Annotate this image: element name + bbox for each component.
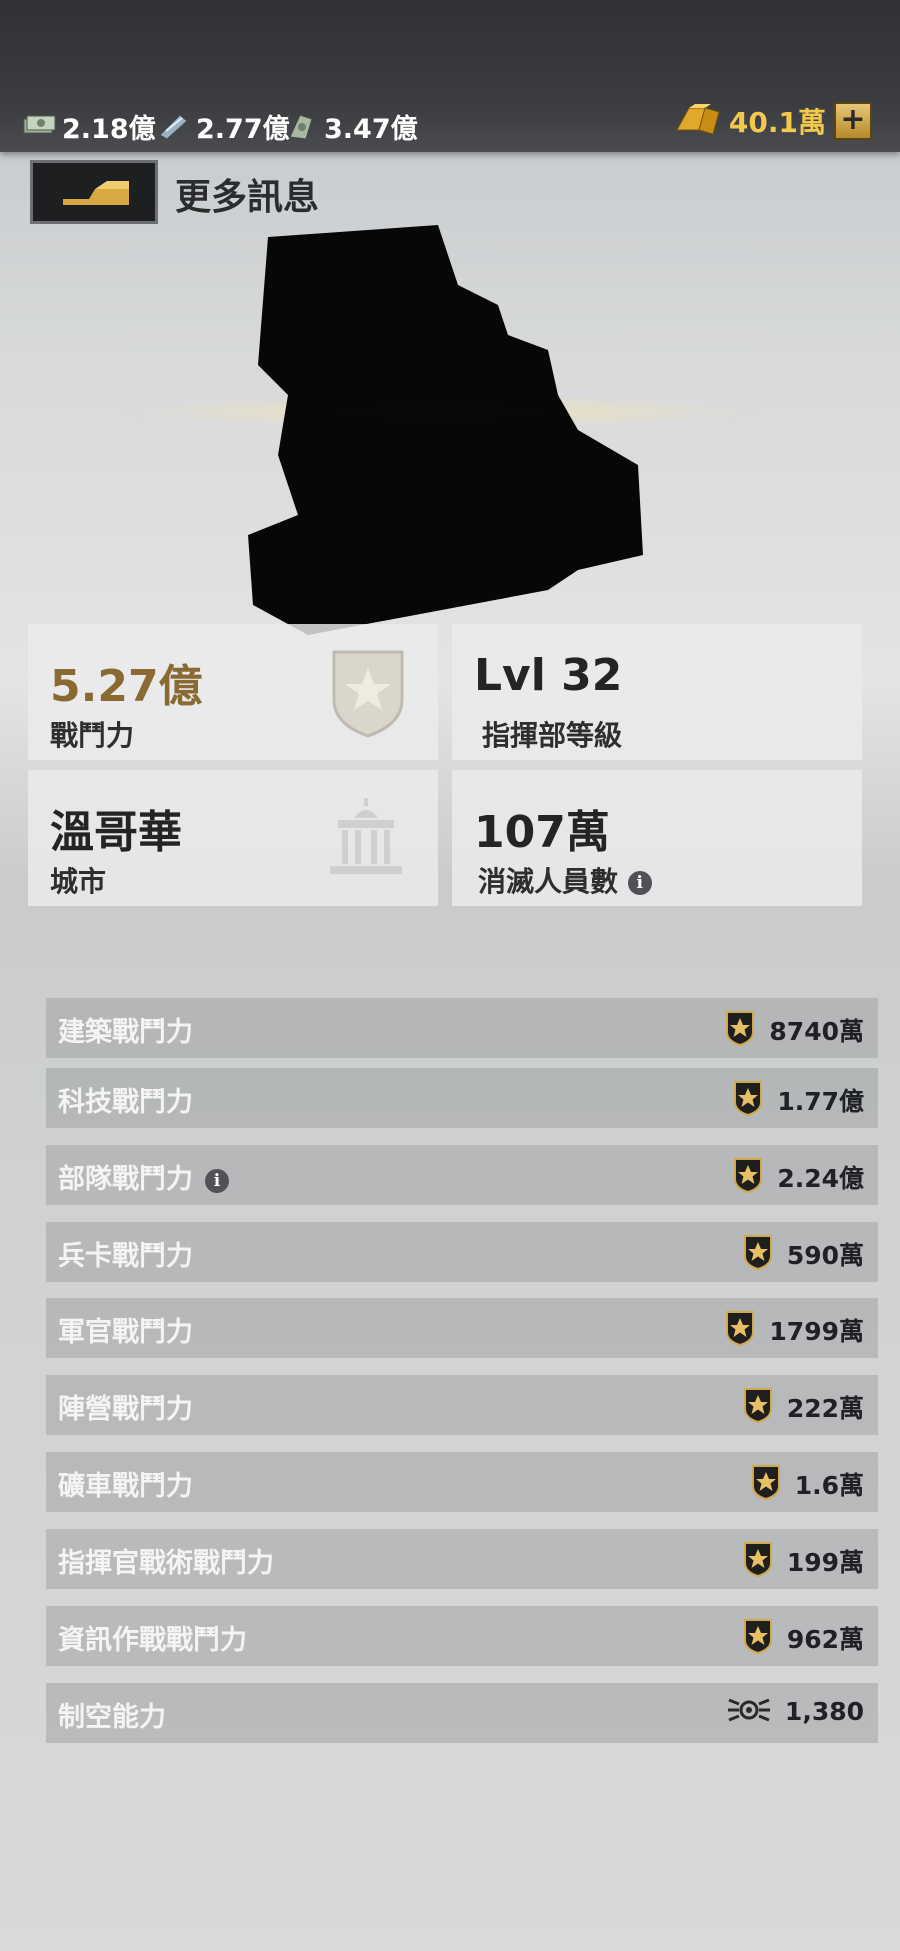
- gold-value: 40.1萬: [728, 106, 826, 139]
- power-star-icon: [743, 1541, 773, 1581]
- stat-label-wrap: 資訊作戰戰鬥力: [58, 1618, 247, 1657]
- stat-row[interactable]: 科技戰鬥力 1.77億: [46, 1068, 878, 1128]
- kills-card: 107萬 消滅人員數 i: [452, 770, 862, 906]
- stat-row[interactable]: 建築戰鬥力 8740萬: [46, 998, 878, 1058]
- resource-cash-value: 2.18億: [62, 113, 156, 145]
- stat-label: 科技戰鬥力: [58, 1087, 193, 1118]
- total-power-value: 5.27億: [50, 661, 203, 712]
- total-power-label: 戰鬥力: [50, 719, 135, 752]
- gold-resource[interactable]: 40.1萬 +: [675, 100, 872, 142]
- stat-label-wrap: 指揮官戰術戰鬥力: [58, 1541, 274, 1580]
- resource-oil-value: 2.77億: [196, 113, 290, 145]
- stat-value: 590萬: [786, 1241, 864, 1270]
- stat-value: 962萬: [786, 1625, 864, 1654]
- stat-value: 1799萬: [769, 1317, 864, 1346]
- stat-row[interactable]: 軍官戰鬥力 1799萬: [46, 1298, 878, 1358]
- stat-label-wrap: 軍官戰鬥力: [58, 1310, 193, 1349]
- redacted-avatar-icon: [248, 225, 643, 635]
- stat-row[interactable]: 礦車戰鬥力 1.6萬: [46, 1452, 878, 1512]
- power-card: 5.27億 戰鬥力: [28, 624, 438, 760]
- stat-label: 指揮官戰術戰鬥力: [58, 1548, 274, 1579]
- city-card: 溫哥華 城市: [28, 770, 438, 906]
- oil-icon: [156, 113, 190, 140]
- top-resource-bar: 2.18億 2.77億 3.47億 40.1萬 +: [0, 0, 900, 152]
- stat-label: 資訊作戰戰鬥力: [58, 1625, 247, 1656]
- stat-value: 222萬: [786, 1394, 864, 1423]
- power-star-icon: [733, 1080, 763, 1120]
- commander-portrait[interactable]: [248, 215, 648, 635]
- power-star-icon: [751, 1464, 781, 1504]
- gold-bar-icon: [675, 102, 721, 140]
- stat-value: 1,380: [784, 1697, 864, 1726]
- stat-row[interactable]: 資訊作戰戰鬥力 962萬: [46, 1606, 878, 1666]
- page-title: 更多訊息: [175, 177, 320, 218]
- power-star-icon: [743, 1618, 773, 1658]
- info-icon[interactable]: i: [205, 1168, 229, 1193]
- cash-icon: [22, 113, 56, 139]
- hq-level-card: Lvl 32 指揮部等級: [452, 624, 862, 760]
- stat-value: 199萬: [786, 1548, 864, 1577]
- stat-label-wrap: 科技戰鬥力: [58, 1080, 193, 1119]
- stat-label-wrap: 制空能力: [58, 1695, 166, 1734]
- stat-label: 建築戰鬥力: [58, 1017, 193, 1048]
- power-star-icon: [733, 1157, 763, 1197]
- stat-value: 8740萬: [769, 1017, 864, 1046]
- stat-label: 陣營戰鬥力: [58, 1394, 193, 1425]
- power-star-icon: [743, 1234, 773, 1274]
- stat-label-wrap: 陣營戰鬥力: [58, 1387, 193, 1426]
- city-label: 城市: [50, 865, 107, 898]
- stat-value: 2.24億: [777, 1164, 864, 1193]
- hq-level-label: 指揮部等級: [482, 719, 623, 752]
- stat-row[interactable]: 指揮官戰術戰鬥力 199萬: [46, 1529, 878, 1589]
- stat-label-wrap: 礦車戰鬥力: [58, 1464, 193, 1503]
- back-arrow-icon: [63, 181, 129, 205]
- stat-row[interactable]: 兵卡戰鬥力 590萬: [46, 1222, 878, 1282]
- stat-label: 制空能力: [58, 1702, 166, 1733]
- resource-oil[interactable]: 2.77億: [156, 106, 290, 146]
- power-star-icon: [725, 1310, 755, 1350]
- stat-row[interactable]: 陣營戰鬥力 222萬: [46, 1375, 878, 1435]
- resource-steel[interactable]: 3.47億: [284, 106, 418, 146]
- city-value: 溫哥華: [50, 807, 182, 858]
- resource-cash[interactable]: 2.18億: [22, 106, 156, 146]
- back-button[interactable]: [30, 160, 158, 224]
- hq-level-value: Lvl 32: [474, 650, 623, 701]
- stat-label: 軍官戰鬥力: [58, 1317, 193, 1348]
- stat-row[interactable]: 部隊戰鬥力 i 2.24億: [46, 1145, 878, 1205]
- steel-icon: [284, 113, 318, 140]
- stat-label-wrap: 兵卡戰鬥力: [58, 1234, 193, 1273]
- kills-label: 消滅人員數: [478, 865, 619, 898]
- resource-steel-value: 3.47億: [324, 113, 418, 145]
- kills-info-icon[interactable]: i: [627, 871, 652, 895]
- city-building-icon: [324, 796, 408, 884]
- add-gold-button[interactable]: +: [834, 102, 872, 140]
- stat-row[interactable]: 制空能力 1,380: [46, 1683, 878, 1743]
- stat-value: 1.6萬: [794, 1471, 864, 1500]
- stat-value: 1.77億: [777, 1087, 864, 1116]
- stat-label-wrap: 部隊戰鬥力 i: [58, 1157, 229, 1196]
- power-shield-icon: [328, 646, 408, 742]
- stat-label: 兵卡戰鬥力: [58, 1241, 193, 1272]
- stat-label: 部隊戰鬥力: [58, 1164, 193, 1195]
- kills-label-wrap: 消滅人員數 i: [478, 860, 652, 900]
- stat-label-wrap: 建築戰鬥力: [58, 1010, 193, 1049]
- kills-value: 107萬: [474, 807, 610, 858]
- power-star-icon: [725, 1010, 755, 1050]
- wings-icon: [727, 1695, 771, 1729]
- stat-label: 礦車戰鬥力: [58, 1471, 193, 1502]
- power-star-icon: [743, 1387, 773, 1427]
